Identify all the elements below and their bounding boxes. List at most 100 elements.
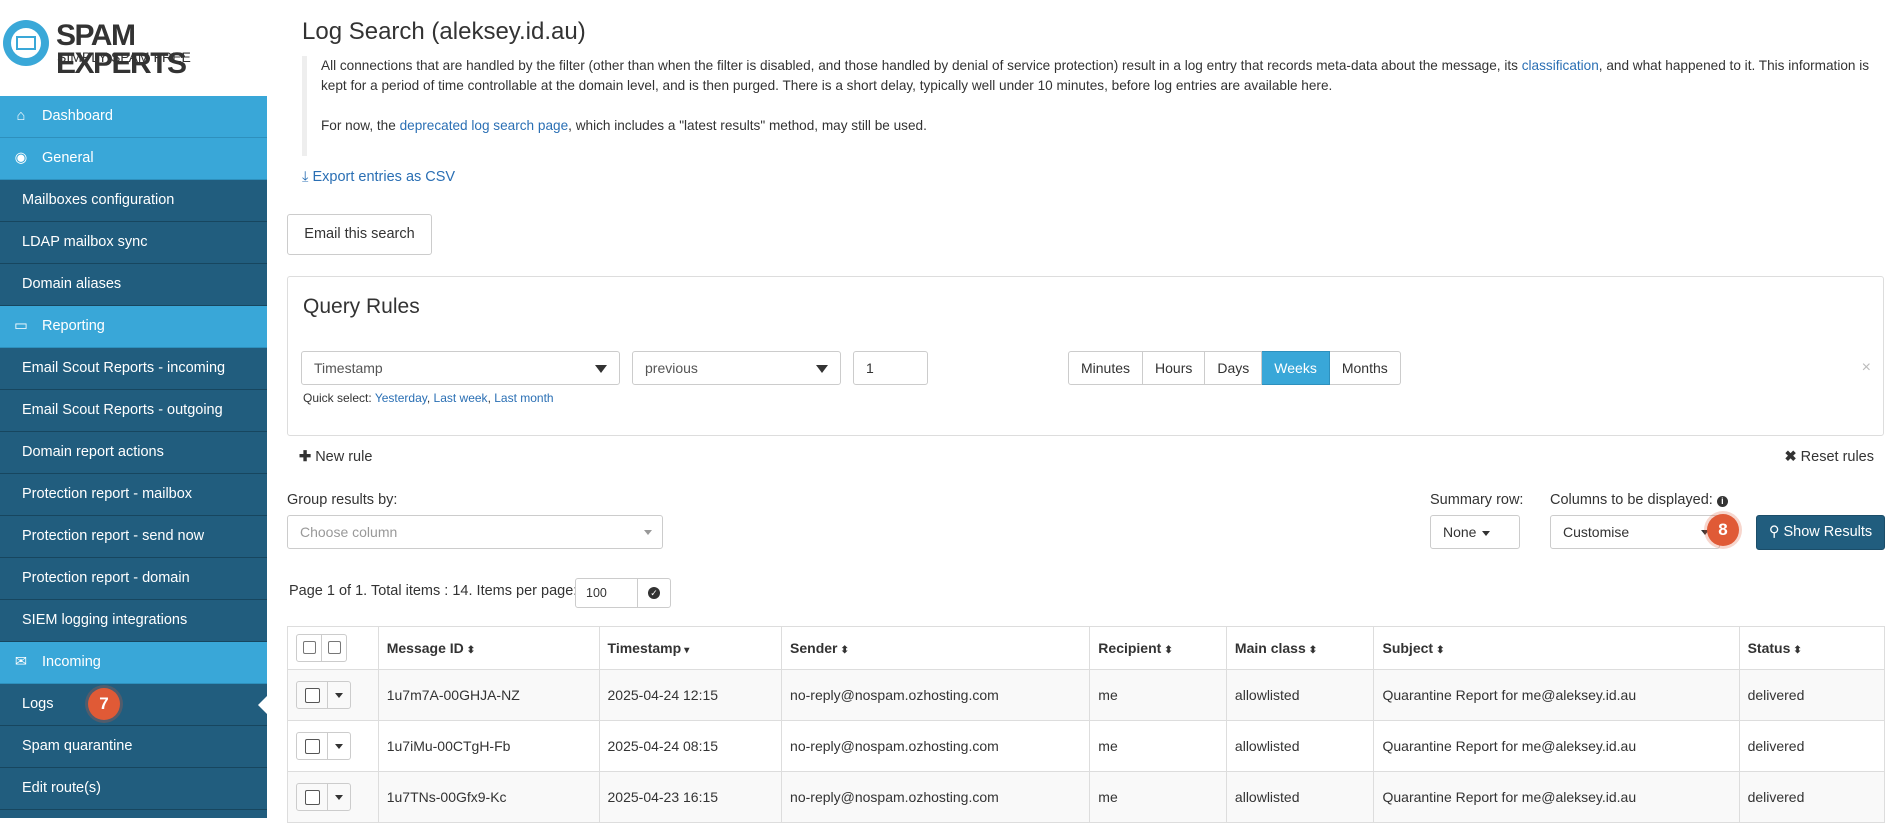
sidebar-item-edit-route-s[interactable]: Edit route(s) (0, 768, 267, 810)
row-actions-dropdown[interactable] (328, 784, 350, 810)
quick-select-last-month[interactable]: Last month (494, 391, 553, 405)
deprecated-log-search-link[interactable]: deprecated log search page (400, 118, 569, 133)
check-circle-icon: ✓ (648, 587, 660, 599)
sidebar-item-dashboard[interactable]: ⌂ Dashboard (0, 96, 267, 138)
cell-message-id: 1u7iMu-00CTgH-Fb (377, 720, 600, 772)
sidebar-item-label: Reporting (42, 318, 105, 334)
brand-tagline: SIMPLY SPAM FREE (57, 49, 191, 65)
rule-amount-input[interactable]: 1 (853, 351, 928, 385)
group-results-label: Group results by: (287, 492, 398, 508)
select-all-icon[interactable] (297, 635, 322, 661)
rule-operator-select[interactable]: previous (632, 351, 841, 385)
group-column-select[interactable]: Choose column (287, 515, 663, 549)
unit-button-hours[interactable]: Hours (1143, 351, 1206, 385)
sidebar-item-protection-report-send-now[interactable]: Protection report - send now (0, 516, 267, 558)
column-header-message-id[interactable]: Message ID ⬍ (377, 626, 600, 670)
apply-per-page-button[interactable]: ✓ (637, 579, 670, 607)
sidebar-item-siem-logging-integrations[interactable]: SIEM logging integrations (0, 600, 267, 642)
sidebar-item-label: Logs (22, 696, 54, 712)
email-search-button[interactable]: Email this search (287, 214, 432, 255)
time-unit-buttons: Minutes Hours Days Weeks Months (1068, 351, 1401, 385)
quick-select-last-week[interactable]: Last week (434, 391, 488, 405)
show-results-button[interactable]: ⚲ Show Results (1756, 515, 1885, 550)
plus-icon: ✚ (299, 449, 312, 465)
cell-status: delivered (1738, 669, 1886, 721)
columns-customise-dropdown[interactable]: Customise (1550, 515, 1720, 549)
table-body: 1u7m7A-00GHJA-NZ 2025-04-24 12:15 no-reply… (287, 669, 1886, 823)
sidebar-item-logs[interactable]: Logs 7 (0, 684, 267, 726)
home-icon: ⌂ (16, 108, 26, 124)
sidebar-item-email-scout-reports-incoming[interactable]: Email Scout Reports - incoming (0, 348, 267, 390)
step-badge-8: 8 (1707, 514, 1739, 546)
summary-row-dropdown[interactable]: None (1430, 515, 1520, 549)
sort-icon: ⬍ (1793, 645, 1802, 656)
table-row[interactable]: 1u7m7A-00GHJA-NZ 2025-04-24 12:15 no-reply… (287, 669, 1886, 721)
column-header-sender[interactable]: Sender ⬍ (781, 626, 1091, 670)
cell-recipient: me (1089, 771, 1227, 823)
table-row[interactable]: 1u7iMu-00CTgH-Fb 2025-04-24 08:15 no-reply… (287, 720, 1886, 772)
row-actions-dropdown[interactable] (328, 682, 350, 708)
cell-main-class: allowlisted (1225, 720, 1375, 772)
column-header-timestamp[interactable]: Timestamp ▾ (598, 626, 783, 670)
x-icon: ✖ (1784, 449, 1797, 465)
cell-subject: Quarantine Report for me@aleksey.id.au (1373, 771, 1740, 823)
row-actions-dropdown[interactable] (328, 733, 350, 759)
cell-message-id: 1u7m7A-00GHJA-NZ (377, 669, 600, 721)
column-header-recipient[interactable]: Recipient ⬍ (1089, 626, 1227, 670)
sidebar-item-general[interactable]: ◉ General (0, 138, 267, 180)
classification-link[interactable]: classification (1522, 58, 1599, 73)
bulk-select-buttons[interactable] (296, 634, 347, 662)
cell-timestamp: 2025-04-23 16:15 (598, 771, 783, 823)
sidebar-item-spam-quarantine[interactable]: Spam quarantine (0, 726, 267, 768)
export-csv-link[interactable]: ⤓ Export entries as CSV (302, 169, 455, 185)
cell-sender: no-reply@nospam.ozhosting.com (781, 720, 1091, 772)
intro-paragraph-1: All connections that are handled by the … (321, 58, 1870, 93)
column-header-status[interactable]: Status ⬍ (1738, 626, 1886, 670)
sidebar-item-protection-report-domain[interactable]: Protection report - domain (0, 558, 267, 600)
new-rule-button[interactable]: ✚ New rule (299, 449, 372, 465)
inbox-icon: ▭ (14, 318, 28, 334)
brand-logo[interactable]: SPAM EXPERTS SIMPLY SPAM FREE (0, 0, 267, 96)
column-header-main-class[interactable]: Main class ⬍ (1225, 626, 1375, 670)
cell-main-class: allowlisted (1225, 669, 1375, 721)
info-icon[interactable]: i (1716, 496, 1728, 507)
sidebar-item-email-scout-reports-outgoing[interactable]: Email Scout Reports - outgoing (0, 390, 267, 432)
globe-icon: ◉ (14, 150, 28, 166)
unit-button-days[interactable]: Days (1205, 351, 1263, 385)
items-per-page-input[interactable]: 100 ✓ (575, 578, 671, 608)
quick-select-yesterday[interactable]: Yesterday (375, 391, 427, 405)
column-header-subject[interactable]: Subject ⬍ (1373, 626, 1740, 670)
row-checkbox[interactable] (297, 784, 328, 810)
unit-button-months[interactable]: Months (1329, 351, 1401, 385)
cell-subject: Quarantine Report for me@aleksey.id.au (1373, 720, 1740, 772)
select-page-icon[interactable] (322, 635, 346, 661)
columns-displayed-label: Columns to be displayed: i (1550, 492, 1728, 508)
query-rules-title: Query Rules (303, 295, 420, 318)
row-checkbox[interactable] (297, 733, 328, 759)
rule-field-select[interactable]: Timestamp (301, 351, 620, 385)
reset-rules-button[interactable]: ✖ Reset rules (1784, 449, 1874, 465)
intro-paragraph-2: For now, the deprecated log search page,… (321, 118, 927, 133)
sidebar-item-ldap-mailbox-sync[interactable]: LDAP mailbox sync (0, 222, 267, 264)
sidebar-item-domain-aliases[interactable]: Domain aliases (0, 264, 267, 306)
sidebar-menu: ⌂ Dashboard ◉ General Mailboxes configuratio… (0, 96, 267, 810)
unit-button-minutes[interactable]: Minutes (1068, 351, 1144, 385)
row-select-cell (287, 771, 379, 823)
table-row[interactable]: 1u7TNs-00Gfx9-Kc 2025-04-23 16:15 no-reply… (287, 771, 1886, 823)
remove-rule-icon[interactable]: × (1862, 359, 1871, 377)
caret-down-icon (335, 795, 343, 800)
sidebar-item-label: Email Scout Reports - outgoing (22, 402, 223, 418)
sidebar-item-reporting[interactable]: ▭ Reporting (0, 306, 267, 348)
unit-button-weeks[interactable]: Weeks (1262, 351, 1330, 385)
sidebar-item-protection-report-mailbox[interactable]: Protection report - mailbox (0, 474, 267, 516)
sidebar-item-domain-report-actions[interactable]: Domain report actions (0, 432, 267, 474)
sidebar-item-mailboxes-configuration[interactable]: Mailboxes configuration (0, 180, 267, 222)
sidebar-item-label: Dashboard (42, 108, 113, 124)
dropdown-arrow-icon (816, 365, 828, 373)
sidebar-item-incoming[interactable]: ✉ Incoming (0, 642, 267, 684)
download-icon: ⤓ (302, 169, 309, 185)
row-checkbox[interactable] (297, 682, 328, 708)
main-content: Log Search (aleksey.id.au) All connectio… (287, 0, 1886, 823)
cell-message-id: 1u7TNs-00Gfx9-Kc (377, 771, 600, 823)
sidebar-item-label: Edit route(s) (22, 780, 101, 796)
